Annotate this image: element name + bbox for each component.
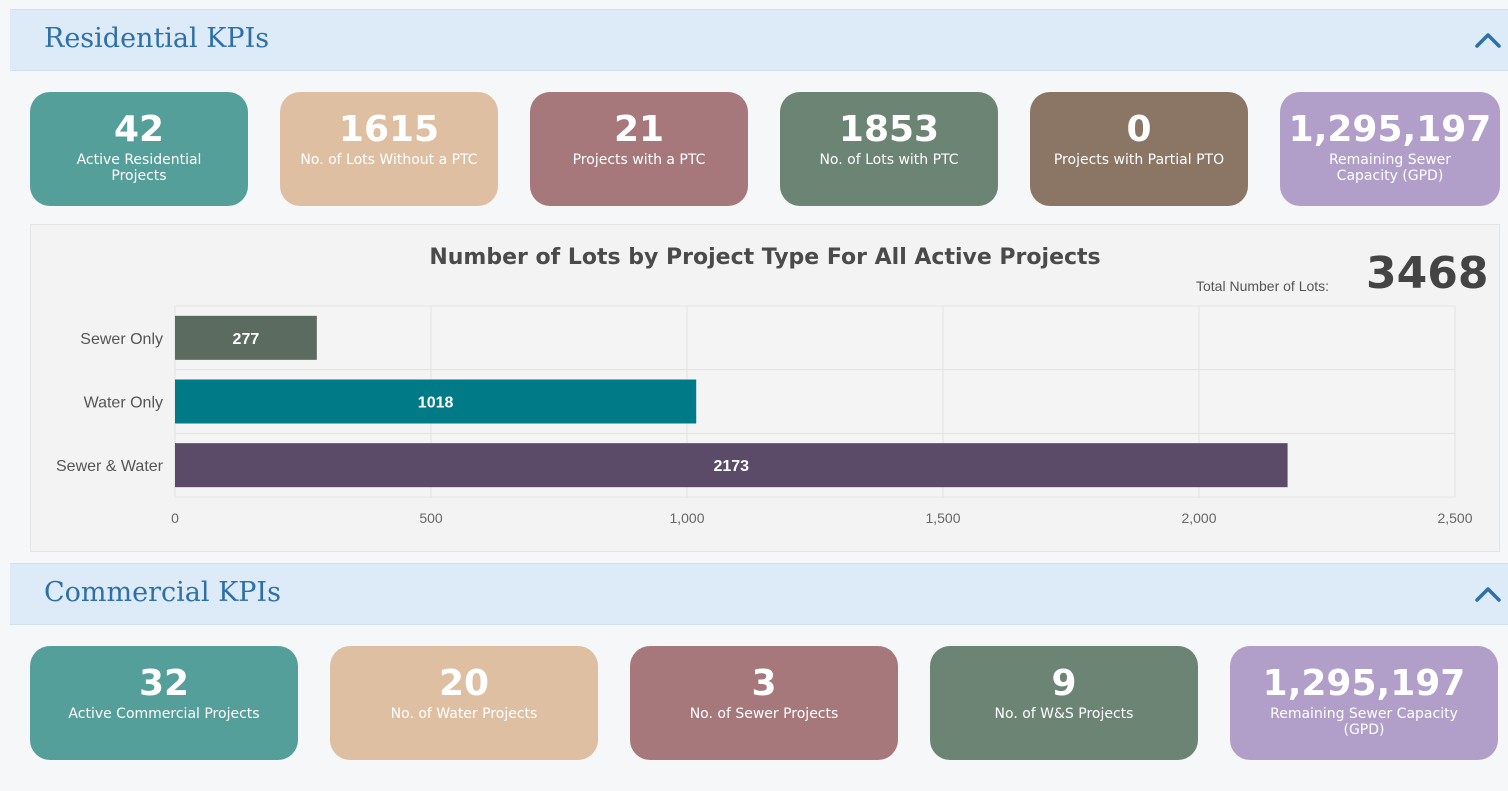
kpi-value: 32: [138, 663, 190, 704]
dashboard-page: Residential KPIs 42 Active Residential P…: [0, 0, 1508, 791]
x-tick-label: 2,000: [1181, 510, 1216, 526]
y-category-label: Sewer Only: [80, 331, 163, 348]
kpi-label: No. of Sewer Projects: [689, 706, 839, 722]
bar-data-label: 2173: [713, 458, 749, 475]
x-tick-label: 500: [419, 510, 443, 526]
kpi-value: 3: [751, 663, 777, 704]
kpi-label: No. of Water Projects: [390, 706, 538, 722]
x-tick-label: 2,500: [1437, 510, 1472, 526]
kpi-commercial-remaining-sewer-capacity[interactable]: 1,295,197 Remaining Sewer Capacity (GPD): [1230, 646, 1498, 760]
kpi-label: Active Commercial Projects: [68, 706, 260, 722]
kpi-water-projects[interactable]: 20 No. of Water Projects: [330, 646, 598, 760]
commercial-section-header[interactable]: Commercial KPIs: [10, 563, 1508, 625]
kpi-active-commercial-projects[interactable]: 32 Active Commercial Projects: [30, 646, 298, 760]
x-tick-label: 1,000: [669, 510, 704, 526]
kpi-label: Remaining Sewer Capacity (GPD): [1270, 706, 1458, 738]
kpi-sewer-projects[interactable]: 3 No. of Sewer Projects: [630, 646, 898, 760]
y-category-label: Water Only: [84, 395, 163, 412]
bar-data-label: 277: [233, 331, 260, 348]
commercial-section-title: Commercial KPIs: [44, 577, 281, 608]
y-category-label: Sewer & Water: [56, 458, 164, 475]
chevron-up-icon[interactable]: [1474, 584, 1502, 604]
kpi-label: No. of W&S Projects: [994, 706, 1134, 722]
bar-data-label: 1018: [418, 395, 454, 412]
kpi-value: 1,295,197: [1262, 663, 1466, 704]
kpi-value: 20: [438, 663, 490, 704]
kpi-value: 9: [1051, 663, 1077, 704]
kpi-ws-projects[interactable]: 9 No. of W&S Projects: [930, 646, 1198, 760]
x-tick-label: 1,500: [925, 510, 960, 526]
x-tick-label: 0: [171, 510, 179, 526]
bar-chart: 0 500 1,000 1,500 2,000 2,500 277 Sewer Only 101…: [56, 305, 1473, 526]
